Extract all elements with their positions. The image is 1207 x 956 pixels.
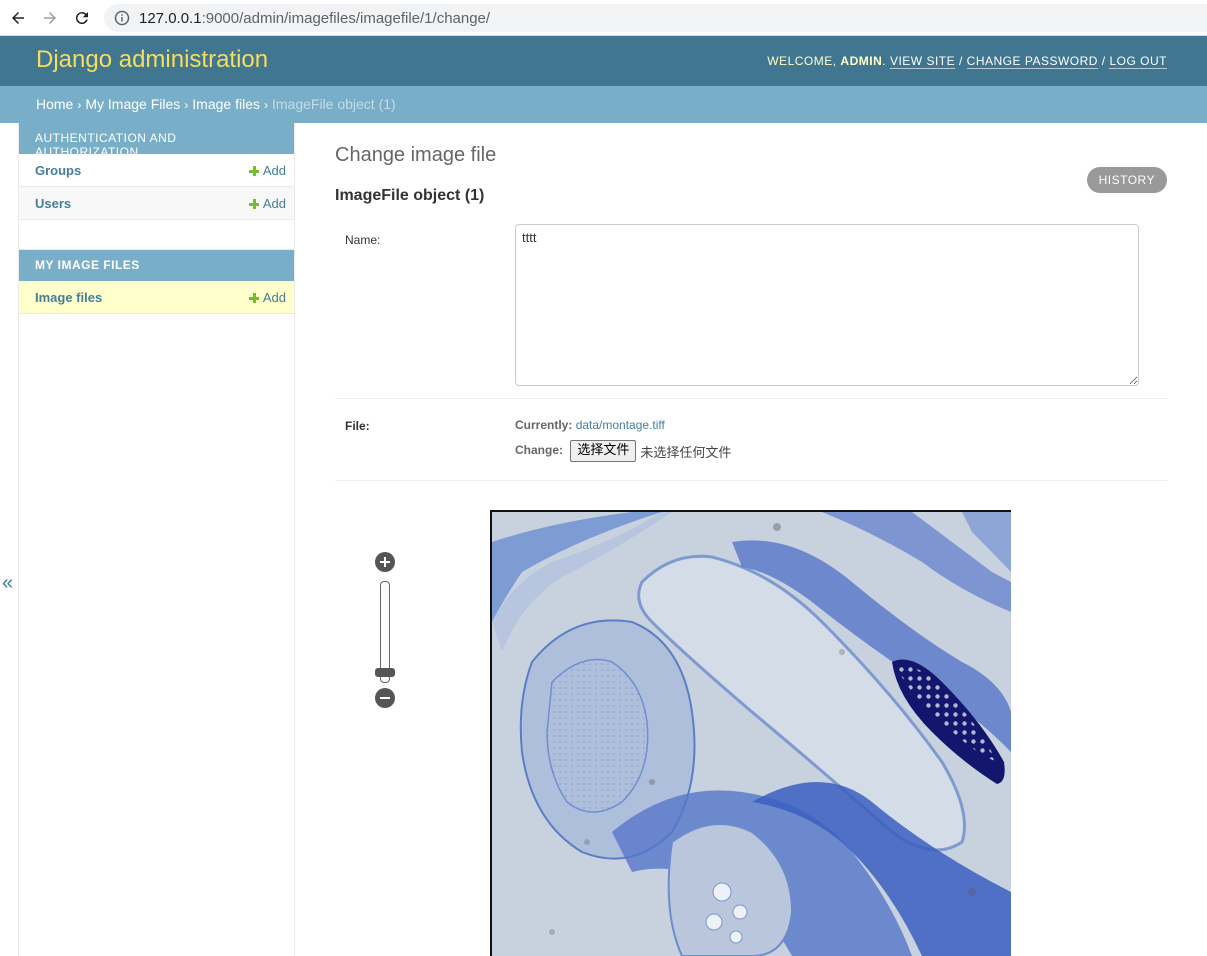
plus-icon (248, 166, 259, 176)
choose-file-button[interactable]: 选择文件 (570, 440, 637, 462)
add-image-file-link[interactable]: Add (248, 290, 286, 305)
name-form-row: Name: tttt (335, 223, 1167, 399)
breadcrumb-current: ImageFile object (1) (271, 96, 396, 112)
site-branding[interactable]: Django administration (36, 46, 268, 74)
breadcrumb: Home › My Image Files › Image files › ImageFil… (0, 86, 1207, 123)
sidebar-item-groups: Groups Add (19, 154, 294, 187)
sidebar-item-image-files: Image files Add (19, 281, 294, 314)
module-caption-auth[interactable]: Authentication and Authorization (19, 123, 294, 159)
change-password-link[interactable]: Change password (966, 54, 1098, 69)
add-user-link[interactable]: Add (248, 196, 286, 211)
name-label: Name: (345, 233, 381, 247)
module-caption-image-files[interactable]: My Image Files (19, 250, 294, 281)
breadcrumb-home[interactable]: Home (36, 96, 73, 112)
zoom-control (375, 552, 395, 712)
back-arrow-icon[interactable] (8, 8, 28, 28)
url-path: :9000/admin/imagefiles/imagefile/1/chang… (201, 10, 491, 27)
browser-toolbar: 127.0.0.1:9000/admin/imagefiles/imagefil… (0, 0, 1207, 36)
file-label: File: (345, 419, 370, 433)
current-file-link[interactable]: data/montage.tiff (576, 418, 665, 432)
file-change: Change: 选择文件 未选择任何文件 (515, 440, 731, 462)
breadcrumb-model[interactable]: Image files (192, 96, 260, 112)
admin-header: Django administration Welcome, admin. Vi… (0, 36, 1207, 86)
file-form-row: File: Currently: data/montage.tiff Chang… (335, 399, 1167, 481)
url-host: 127.0.0.1 (139, 10, 202, 27)
sidebar-item-users: Users Add (19, 187, 294, 220)
user-tools: Welcome, admin. View site / Change passw… (767, 54, 1167, 69)
image-viewer[interactable] (490, 510, 1011, 956)
username: admin (840, 54, 883, 68)
no-file-selected-text: 未选择任何文件 (640, 445, 732, 461)
add-label: Add (262, 196, 286, 211)
reload-icon[interactable] (72, 8, 92, 28)
site-info-icon[interactable] (114, 10, 130, 26)
image-files-link[interactable]: Image files (35, 290, 102, 305)
sidebar-toggle-button[interactable]: « (2, 572, 13, 595)
change-label: Change: (515, 443, 563, 458)
add-label: Add (262, 290, 286, 305)
zoom-in-icon[interactable] (375, 552, 395, 572)
page-title: Change image file (335, 144, 497, 166)
log-out-link[interactable]: Log out (1109, 54, 1167, 69)
plus-icon (248, 199, 259, 209)
zoom-out-icon[interactable] (375, 688, 395, 708)
module-spacer (19, 220, 294, 250)
view-site-link[interactable]: View site (889, 54, 956, 69)
address-bar[interactable]: 127.0.0.1:9000/admin/imagefiles/imagefil… (104, 4, 1207, 32)
file-currently: Currently: data/montage.tiff (515, 418, 665, 432)
add-group-link[interactable]: Add (248, 163, 286, 178)
add-label: Add (262, 163, 286, 178)
zoom-slider-thumb[interactable] (375, 668, 395, 678)
nav-sidebar: Authentication and Authorization Groups … (18, 123, 295, 956)
users-link[interactable]: Users (35, 196, 71, 211)
object-title: ImageFile object (1) (335, 187, 485, 204)
name-textarea[interactable]: tttt (515, 224, 1139, 386)
plus-icon (248, 293, 259, 303)
history-button[interactable]: History (1086, 167, 1167, 193)
forward-arrow-icon[interactable] (40, 8, 60, 28)
groups-link[interactable]: Groups (35, 163, 81, 178)
histology-image (492, 512, 1011, 956)
welcome-text: Welcome, (767, 54, 837, 68)
currently-label: Currently: (515, 418, 573, 432)
breadcrumb-app[interactable]: My Image Files (85, 96, 180, 112)
url-text: 127.0.0.1:9000/admin/imagefiles/imagefil… (139, 10, 490, 27)
